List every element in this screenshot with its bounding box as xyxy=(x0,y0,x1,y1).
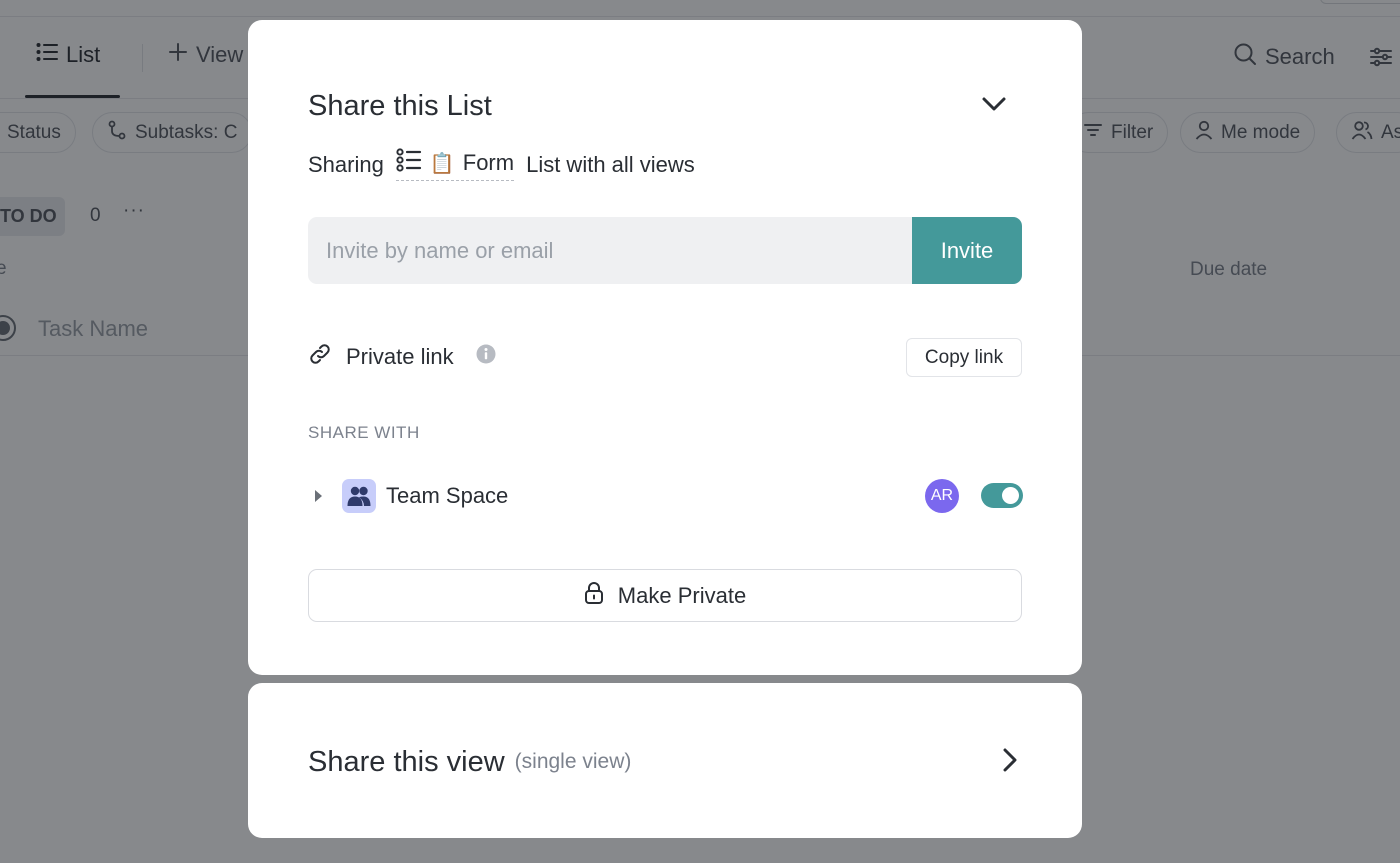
share-list-panel: Share this List Sharing 📋 Form List with… xyxy=(248,20,1082,675)
sharing-suffix: List with all views xyxy=(526,151,695,177)
info-icon[interactable] xyxy=(476,344,496,370)
invite-form: Invite xyxy=(308,217,1022,284)
lock-icon xyxy=(584,581,604,611)
share-view-subtitle: (single view) xyxy=(514,750,632,773)
collapse-button[interactable] xyxy=(976,88,1012,124)
share-with-heading: SHARE WITH xyxy=(308,423,420,442)
share-view-row[interactable]: Share this view (single view) xyxy=(308,742,1022,782)
make-private-button[interactable]: Make Private xyxy=(308,569,1022,622)
make-private-label: Make Private xyxy=(617,582,747,608)
avatar[interactable]: AR xyxy=(925,479,959,513)
sharing-description: Sharing 📋 Form List with all views xyxy=(308,148,695,181)
list-type-icon xyxy=(396,148,422,178)
invite-input[interactable] xyxy=(308,217,912,284)
caret-right-icon[interactable] xyxy=(308,486,328,506)
share-with-item: Team Space AR xyxy=(308,478,1023,514)
link-icon xyxy=(308,342,332,372)
chevron-right-icon xyxy=(1002,747,1018,778)
share-toggle[interactable] xyxy=(981,483,1023,508)
invite-button[interactable]: Invite xyxy=(912,217,1022,284)
team-space-name: Team Space xyxy=(386,483,509,508)
copy-link-button[interactable]: Copy link xyxy=(906,338,1022,377)
share-view-title: Share this view xyxy=(308,745,505,778)
share-list-title: Share this List xyxy=(308,90,492,122)
chevron-down-icon xyxy=(981,96,1007,117)
sharing-target-name: Form xyxy=(462,150,515,175)
team-space-icon xyxy=(342,479,376,513)
share-view-panel: Share this view (single view) xyxy=(248,683,1082,838)
sharing-target-link[interactable]: 📋 Form xyxy=(395,148,515,181)
private-link-row: Private link xyxy=(308,342,496,372)
private-link-label: Private link xyxy=(346,344,454,369)
sharing-prefix: Sharing xyxy=(308,151,384,177)
clipboard-icon: 📋 xyxy=(429,152,455,175)
